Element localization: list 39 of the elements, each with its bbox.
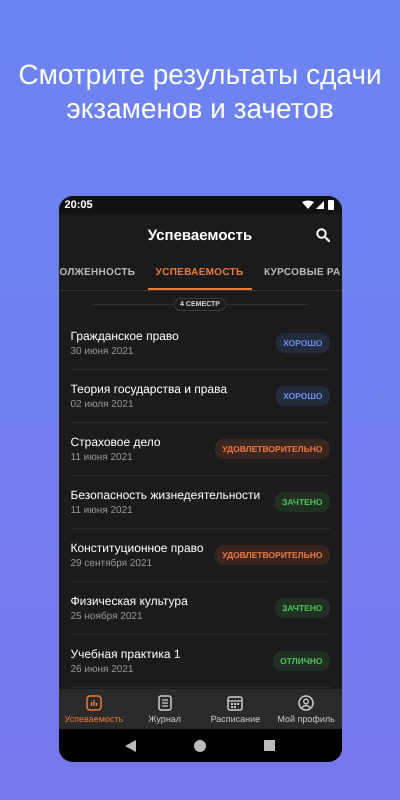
exam-date: 11 июня 2021 bbox=[70, 505, 134, 516]
grade-chip: ХОРОШО bbox=[276, 386, 330, 406]
screen-title: Успеваемость bbox=[148, 226, 252, 244]
grade-chip: УДОВЛЕТВОРИТЕЛЬНО bbox=[215, 545, 330, 565]
chart-icon bbox=[86, 694, 102, 710]
exam-date: 11 июня 2021 bbox=[70, 452, 134, 463]
subject-name: Физическая культура bbox=[70, 594, 188, 608]
grade-chip: ХОРОШО bbox=[276, 333, 330, 353]
subject-name: Учебная практика 1 bbox=[70, 647, 181, 661]
exam-date: 29 сентября 2021 bbox=[70, 558, 154, 569]
subject-name: Безопасность жизнедеятельности bbox=[70, 488, 260, 502]
grade-chip: ЗАЧТЕНО bbox=[275, 492, 330, 512]
headline: Смотрите результаты сдачи экзаменов и зачетов bbox=[17, 58, 383, 126]
nav-item[interactable]: Успеваемость bbox=[58, 689, 130, 729]
subject-name: Конституционное право bbox=[70, 541, 204, 555]
book-icon bbox=[156, 694, 173, 710]
nav-item[interactable]: Мой профиль bbox=[270, 689, 342, 729]
recents-icon[interactable] bbox=[264, 740, 275, 751]
grade-chip: ЗАЧТЕНО bbox=[275, 598, 330, 618]
exam-date: 30 июня 2021 bbox=[70, 346, 134, 357]
nav-item[interactable]: Журнал bbox=[129, 689, 200, 729]
status-icons bbox=[302, 200, 336, 210]
grade-chip: ОТЛИЧНО bbox=[273, 651, 330, 671]
tab[interactable]: ОЛЖЕННОСТЬ bbox=[58, 256, 136, 290]
exam-date: 02 июля 2021 bbox=[70, 399, 135, 410]
grade-chip: УДОВЛЕТВОРИТЕЛЬНО bbox=[215, 439, 330, 459]
tab[interactable]: КУРСОВЫЕ РА bbox=[262, 256, 342, 290]
nav-item[interactable]: Расписание bbox=[200, 689, 271, 729]
profile-icon bbox=[298, 694, 314, 710]
back-icon[interactable] bbox=[125, 740, 136, 752]
exam-date: 26 июня 2021 bbox=[70, 664, 134, 675]
calendar-icon bbox=[227, 694, 244, 710]
subject-name: Страховое дело bbox=[70, 435, 161, 449]
home-icon[interactable] bbox=[194, 740, 206, 752]
subject-name: Гражданское право bbox=[70, 329, 179, 343]
status-time: 20:05 bbox=[64, 199, 93, 211]
exam-date: 25 ноября 2021 bbox=[70, 611, 144, 622]
subject-name: Теория государства и права bbox=[70, 382, 227, 396]
search-icon[interactable] bbox=[316, 228, 330, 242]
